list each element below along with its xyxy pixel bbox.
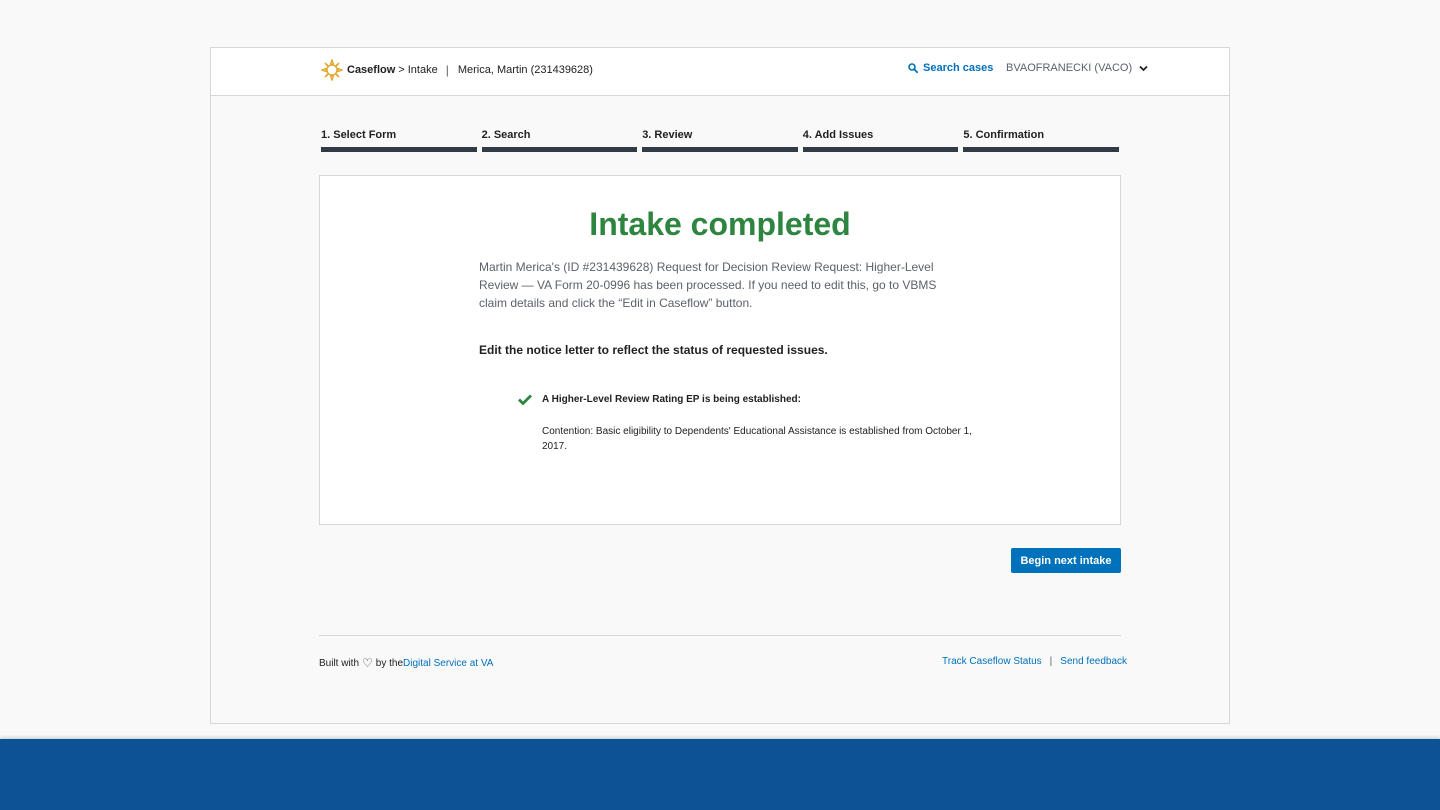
track-status-link[interactable]: Track Caseflow Status bbox=[942, 656, 1042, 667]
brand-separator: > bbox=[398, 64, 405, 76]
brand-name[interactable]: Caseflow bbox=[347, 64, 395, 76]
confirmation-message: Martin Merica's (ID #231439628) Request … bbox=[479, 260, 937, 310]
brand: Caseflow > Intake | Merica, Martin (2314… bbox=[321, 59, 593, 81]
confirmation-card: Intake completed Martin Merica's (ID #23… bbox=[319, 175, 1121, 525]
search-cases-label: Search cases bbox=[923, 62, 994, 74]
step-label: 5. Confirmation bbox=[963, 129, 1045, 141]
chevron-down-icon bbox=[1139, 65, 1148, 71]
user-label: BVAOFRANECKI (VACO) bbox=[1006, 62, 1133, 74]
heart-icon: ♡ bbox=[362, 656, 373, 670]
step-search: 2. Search bbox=[481, 128, 638, 152]
digital-service-link[interactable]: Digital Service at VA bbox=[403, 658, 493, 669]
built-with-text: Built with bbox=[319, 657, 360, 669]
step-label: 2. Search bbox=[481, 129, 531, 141]
step-add-issues: 4. Add Issues bbox=[802, 128, 959, 152]
step-select-form: 1. Select Form bbox=[321, 128, 477, 152]
step-bar bbox=[642, 147, 798, 152]
built-by-text: by the bbox=[375, 657, 404, 669]
caseflow-logo-icon[interactable] bbox=[321, 59, 343, 81]
step-label: 4. Add Issues bbox=[802, 129, 874, 141]
step-bar bbox=[963, 147, 1119, 152]
step-confirmation: 5. Confirmation bbox=[963, 128, 1119, 152]
header-pipe: | bbox=[445, 63, 449, 77]
app-name[interactable]: Intake bbox=[408, 64, 438, 76]
contention-detail: Contention: Basic eligibility to Depende… bbox=[542, 426, 972, 452]
progress-bar: 1. Select Form 2. Search 3. Review 4. Ad… bbox=[321, 128, 1119, 152]
app-frame: Caseflow > Intake | Merica, Martin (2314… bbox=[210, 47, 1230, 724]
checkmark-icon bbox=[518, 394, 532, 405]
step-bar bbox=[802, 147, 959, 152]
issue-status: A Higher-Level Review Rating EP is being… bbox=[518, 394, 801, 405]
notice-instruction: Edit the notice letter to reflect the st… bbox=[479, 343, 828, 357]
page-title: Intake completed bbox=[589, 206, 851, 242]
footer-links: Track Caseflow Status | Send feedback bbox=[942, 656, 1127, 667]
bottom-band bbox=[0, 739, 1440, 810]
step-label: 3. Review bbox=[642, 129, 693, 141]
step-review: 3. Review bbox=[642, 128, 798, 152]
begin-next-intake-button[interactable]: Begin next intake bbox=[1011, 548, 1121, 573]
footer-pipe: | bbox=[1049, 656, 1053, 667]
footer-divider bbox=[319, 635, 1121, 636]
send-feedback-link[interactable]: Send feedback bbox=[1060, 656, 1127, 667]
step-label: 1. Select Form bbox=[321, 129, 397, 141]
step-bar bbox=[481, 147, 638, 152]
veteran-name: Merica, Martin (231439628) bbox=[457, 64, 593, 76]
footer-credit: Built with ♡ by the Digital Service at V… bbox=[319, 656, 493, 670]
issue-heading: A Higher-Level Review Rating EP is being… bbox=[542, 394, 801, 405]
search-icon bbox=[908, 63, 918, 73]
search-cases-link[interactable]: Search cases bbox=[908, 62, 993, 74]
top-nav: Caseflow > Intake | Merica, Martin (2314… bbox=[211, 48, 1229, 96]
user-dropdown[interactable]: BVAOFRANECKI (VACO) bbox=[1006, 62, 1148, 74]
step-bar bbox=[321, 147, 477, 152]
